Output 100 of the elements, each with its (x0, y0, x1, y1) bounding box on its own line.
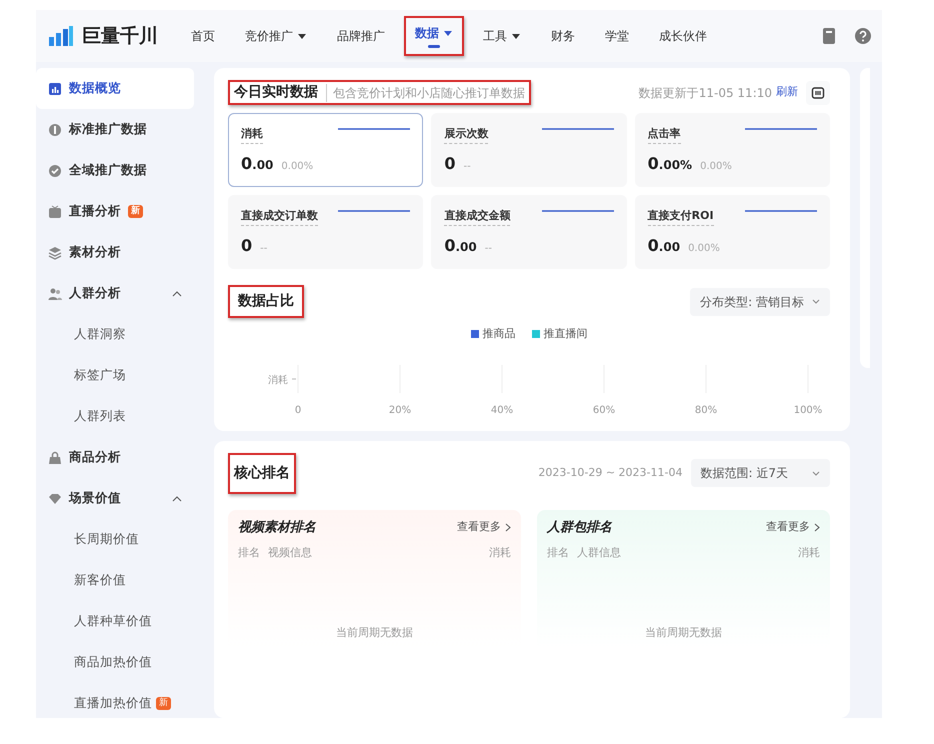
metric-card[interactable]: 直接成交订单数 0 -- (228, 195, 424, 269)
layers-icon (48, 246, 62, 260)
sidebar-item[interactable]: 人群分析 (36, 273, 208, 314)
section-title: 今日实时数据 (234, 82, 318, 102)
distribution-select[interactable]: 分布类型: 营销目标 (690, 288, 830, 316)
tv-icon (48, 204, 62, 218)
sidebar-item[interactable]: 全域推广数据 (36, 150, 208, 191)
metric-value: 0 (444, 152, 456, 174)
sidebar-item[interactable]: 标准推广数据 (36, 109, 208, 150)
metric-change: -- (260, 242, 268, 256)
axis-label: 20% (388, 404, 412, 416)
nav-tab[interactable]: 工具 (472, 19, 532, 53)
date-range: 2023-10-29 ~ 2023-11-04 (538, 464, 682, 481)
metric-change: 0.00% (281, 160, 314, 174)
sidebar-subitem[interactable]: 直播加热价值 新 (36, 683, 208, 718)
sidebar-item[interactable]: 直播分析 新 (36, 191, 208, 232)
column-header: 消耗 (489, 545, 511, 561)
caret-icon (511, 32, 521, 40)
sidebar-subitem[interactable]: 新客价值 (36, 560, 208, 601)
empty-message: 当前周期无数据 (644, 625, 723, 641)
metric-card[interactable]: 直接支付ROI 0.00 0.00% (634, 195, 830, 269)
legend-swatch (532, 330, 540, 338)
metric-card[interactable]: 消耗 0.00 0.00% (228, 113, 424, 187)
chevron-icon[interactable] (172, 496, 182, 502)
nav-tab[interactable]: 成长伙伴 (648, 19, 718, 53)
nav-tab[interactable]: 学堂 (594, 19, 640, 53)
axis-tick (292, 378, 296, 379)
metric-label: 直接成交金额 (444, 208, 510, 226)
columns-icon (811, 86, 825, 100)
help-icon[interactable] (854, 27, 872, 45)
sidebar-item[interactable]: 素材分析 (36, 232, 208, 273)
metric-decimals: .00 (252, 156, 274, 174)
column-header: 人群信息 (577, 545, 621, 561)
people-icon (48, 286, 62, 300)
metric-card[interactable]: 直接成交金额 0.00 -- (431, 195, 627, 269)
metric-decimals: .00 (658, 238, 680, 256)
refresh-link[interactable]: 刷新 (776, 84, 798, 101)
metric-value: 0 (241, 152, 252, 174)
nav-tab[interactable]: 竞价推广 (234, 19, 318, 53)
sidebar-subitem[interactable]: 人群种草价值 (36, 601, 208, 642)
metric-change: -- (484, 242, 492, 256)
sidebar-subitem[interactable]: 人群列表 (36, 396, 208, 437)
column-header: 消耗 (798, 545, 820, 561)
metric-label: 直接支付ROI (648, 208, 714, 226)
metric-change: 0.00% (700, 160, 732, 174)
column-header: 排名 (547, 545, 569, 561)
caret-icon (443, 28, 453, 38)
view-more-link[interactable]: 查看更多 (766, 519, 820, 536)
metric-decimals: .00% (658, 156, 692, 174)
metric-value: 0 (648, 152, 659, 174)
metric-card[interactable]: 展示次数 0 -- (431, 113, 627, 187)
sidebar-subitem[interactable]: 标签广场 (36, 355, 208, 396)
metric-value: 0 (648, 234, 659, 256)
legend-swatch (470, 330, 478, 338)
sidebar-item[interactable]: 商品分析 (36, 437, 208, 478)
nav-tab[interactable]: 财务 (540, 19, 586, 53)
metric-decimals: .00 (455, 238, 477, 256)
chevron-icon (505, 522, 511, 532)
logo-text: 巨量千川 (82, 24, 158, 49)
metric-label: 展示次数 (444, 126, 488, 144)
sidebar-subitem[interactable]: 人群洞察 (36, 314, 208, 355)
bag-icon (48, 450, 62, 464)
new-badge: 新 (128, 205, 143, 218)
chevron-icon[interactable] (172, 290, 182, 296)
sidebar-item[interactable]: 数据概览 (36, 68, 194, 109)
check-circle-icon (48, 164, 62, 178)
sidebar-subitem[interactable]: 商品加热价值 (36, 642, 208, 683)
metric-card[interactable]: 点击率 0.00% 0.00% (634, 113, 830, 187)
update-time: 数据更新于11-05 11:10 (638, 84, 772, 102)
nav-tab[interactable]: 数据 (404, 16, 464, 56)
sidebar-subitem[interactable]: 长周期价值 (36, 519, 208, 560)
axis-label: 80% (694, 404, 718, 416)
diamond-icon (48, 492, 62, 506)
logo-icon (48, 25, 74, 47)
view-more-link[interactable]: 查看更多 (457, 519, 511, 536)
section-subtitle: 包含竞价计划和小店随心推订单数据 (326, 84, 525, 102)
section-title: 核心排名 (228, 452, 296, 494)
section-title: 数据占比 (228, 285, 304, 318)
metric-value: 0 (444, 234, 456, 256)
ranking-title: 视频素材排名 (238, 518, 316, 536)
empty-message: 当前周期无数据 (335, 625, 414, 641)
columns-button[interactable] (806, 80, 830, 104)
nav-tab[interactable]: 品牌推广 (326, 19, 396, 53)
metric-label: 点击率 (648, 126, 681, 144)
chevron-icon (814, 522, 820, 532)
sidebar-item[interactable]: 场景价值 (36, 478, 208, 519)
chevron-icon (812, 470, 820, 476)
metric-label: 直接成交订单数 (241, 208, 318, 226)
chevron-icon (812, 299, 820, 304)
new-badge: 新 (156, 697, 171, 710)
axis-label: 100% (794, 404, 822, 416)
caret-icon (297, 32, 307, 40)
range-select[interactable]: 数据范围: 近7天 (690, 459, 830, 487)
legend-label: 推商品 (482, 326, 516, 342)
column-header: 视频信息 (268, 545, 312, 561)
nav-tab[interactable]: 首页 (180, 19, 226, 53)
legend-label: 推直播间 (544, 326, 588, 342)
axis-label: 消耗 (268, 374, 288, 386)
ranking-title: 人群包排名 (547, 518, 612, 536)
metric-change: -- (463, 160, 471, 174)
